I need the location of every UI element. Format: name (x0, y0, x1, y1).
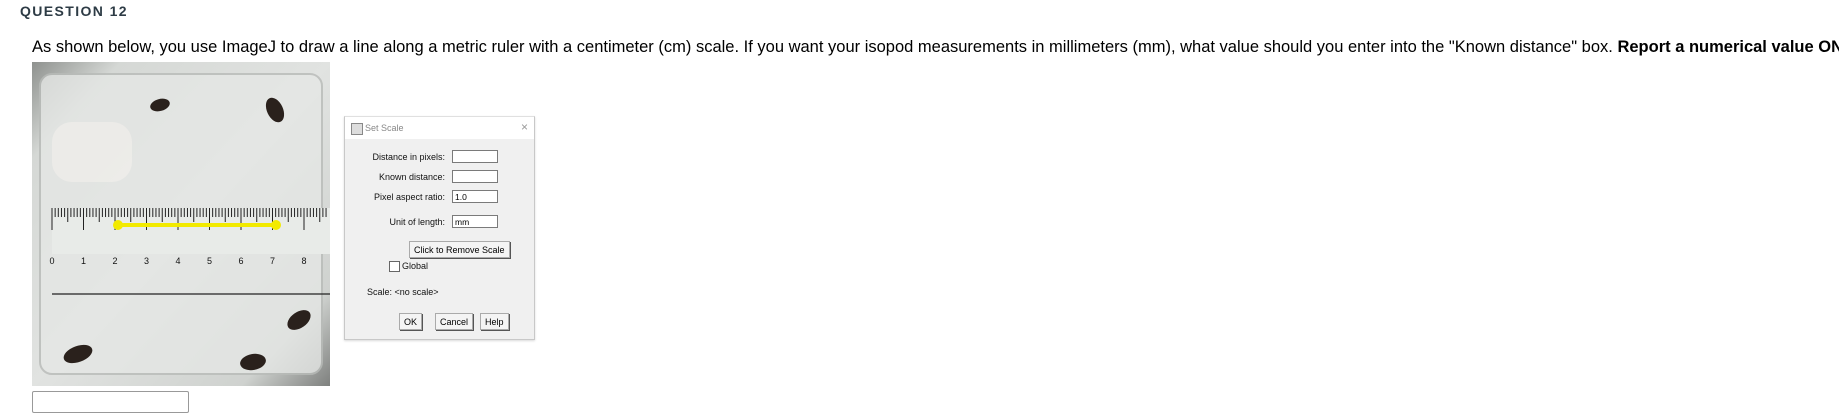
reflection (52, 122, 132, 182)
ruler-number: 0 (49, 256, 54, 266)
ruler-number: 7 (270, 256, 275, 266)
ok-button[interactable]: OK (399, 313, 423, 330)
cancel-button[interactable]: Cancel (435, 313, 474, 330)
ruler-photo: 0 1 2 3 4 5 6 7 8 (32, 62, 330, 386)
aspect-ratio-label: Pixel aspect ratio: (373, 192, 445, 202)
line-end-handle (271, 220, 281, 230)
pixel-aspect-ratio-field[interactable] (452, 190, 498, 203)
close-icon[interactable]: × (521, 120, 528, 134)
ruler-number: 5 (207, 256, 212, 266)
question-text: As shown below, you use ImageJ to draw a… (32, 38, 1839, 57)
known-distance-label: Known distance: (378, 172, 445, 182)
global-label: Global (402, 261, 429, 271)
help-button[interactable]: Help (480, 313, 509, 330)
scale-status: Scale: <no scale> (367, 287, 439, 297)
unit-of-length-field[interactable] (452, 215, 498, 228)
distance-label: Distance in pixels: (372, 152, 445, 162)
dialog-titlebar: Set Scale × (345, 117, 534, 139)
ruler-number: 4 (175, 256, 180, 266)
unit-label: Unit of length: (389, 217, 445, 227)
distance-in-pixels-field[interactable] (452, 150, 498, 163)
ruler-number: 3 (144, 256, 149, 266)
known-distance-field[interactable] (452, 170, 498, 183)
answer-input[interactable] (32, 391, 189, 413)
question-instruction: Report a numerical value ONLY. (1617, 38, 1839, 56)
ruler-number: 2 (112, 256, 117, 266)
ruler-number: 8 (301, 256, 306, 266)
ruler-number: 1 (81, 256, 86, 266)
line-start-handle (113, 220, 123, 230)
ruler-number: 6 (238, 256, 243, 266)
global-checkbox[interactable] (389, 261, 400, 272)
question-title: QUESTION 12 (20, 3, 128, 19)
question-body: As shown below, you use ImageJ to draw a… (32, 38, 1618, 56)
imagej-icon (351, 123, 363, 135)
remove-scale-button[interactable]: Click to Remove Scale (409, 241, 510, 258)
set-scale-dialog: Set Scale × Distance in pixels: Known di… (344, 116, 535, 340)
dialog-title: Set Scale (365, 123, 404, 133)
